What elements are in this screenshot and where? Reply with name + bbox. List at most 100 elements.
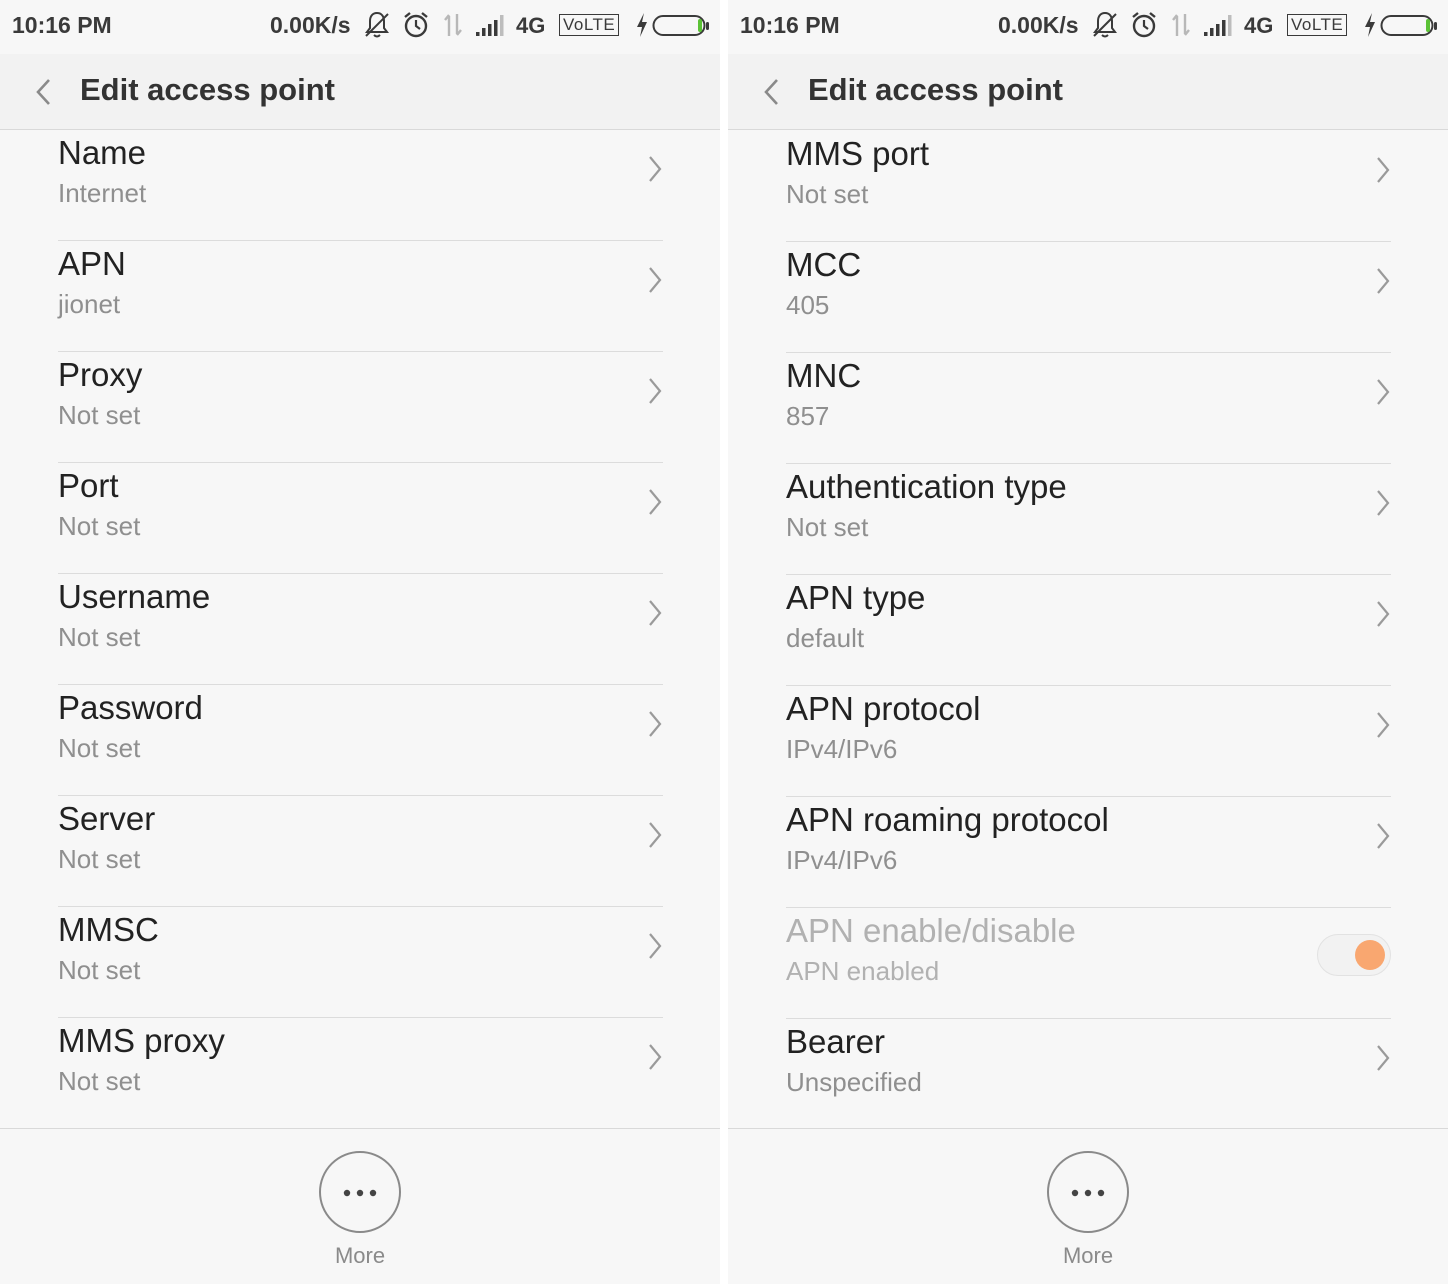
setting-row-apn[interactable]: APN jionet [58,241,663,352]
setting-value: Not set [58,400,141,430]
setting-value: Not set [58,622,141,652]
mute-icon [365,11,389,38]
page-title: Edit access point [808,72,1063,107]
chevron-right-icon [649,933,662,959]
setting-title: Port [58,467,119,504]
setting-row-apn-roaming-protocol[interactable]: APN roaming protocol IPv4/IPv6 [786,797,1391,908]
app-bar: Edit access point [728,54,1448,130]
setting-row-apn-enable[interactable]: APN enable/disable APN enabled [786,908,1391,1019]
chevron-right-icon [649,711,662,737]
phone-screen-left: 10:16 PM 0.00K/s 4G VoLTE Edit access po… [0,0,720,1284]
settings-list: MMS port Not set MCC 405 MNC 857 Authent… [728,130,1448,1128]
setting-title: MMS proxy [58,1022,225,1059]
setting-value: Not set [58,1066,141,1096]
settings-list: Name Internet APN jionet Proxy Not set P… [0,130,720,1128]
battery-icon [652,15,709,36]
signal-icon [1204,15,1232,36]
setting-row-server[interactable]: Server Not set [58,796,663,907]
phone-screen-right: 10:16 PM 0.00K/s 4G VoLTE Edit access po… [728,0,1448,1284]
more-dots-icon [343,1189,377,1197]
setting-value: Not set [786,512,869,542]
status-network-type: 4G [1244,13,1274,38]
setting-row-bearer[interactable]: Bearer Unspecified [786,1019,1391,1128]
setting-row-mmsc[interactable]: MMSC Not set [58,907,663,1018]
setting-title: APN enable/disable [786,912,1076,949]
chevron-right-icon [649,267,662,293]
setting-row-port[interactable]: Port Not set [58,463,663,574]
setting-title: APN [58,245,126,282]
apn-enable-toggle[interactable] [1317,934,1391,976]
setting-row-apn-type[interactable]: APN type default [786,575,1391,686]
status-bar: 10:16 PM 0.00K/s 4G VoLTE [0,0,720,54]
setting-row-username[interactable]: Username Not set [58,574,663,685]
chevron-right-icon [649,378,662,404]
setting-row-authentication-type[interactable]: Authentication type Not set [786,464,1391,575]
status-time: 10:16 PM [12,12,112,38]
setting-row-mms-port[interactable]: MMS port Not set [786,131,1391,242]
chevron-right-icon [649,1044,662,1070]
signal-icon [476,15,504,36]
setting-value: Not set [58,844,141,874]
app-bar: Edit access point [0,54,720,130]
chevron-right-icon [1377,490,1390,516]
setting-title: Password [58,689,203,726]
mute-icon [1093,11,1117,38]
chevron-left-icon[interactable] [32,74,56,110]
bottom-bar: More [728,1128,1448,1284]
setting-row-name[interactable]: Name Internet [58,130,663,241]
chevron-right-icon [1377,268,1390,294]
setting-value: Internet [58,178,147,208]
alarm-icon [404,12,428,38]
setting-value: Not set [58,955,141,985]
volte-badge: VoLTE [1287,14,1348,36]
setting-value: IPv4/IPv6 [786,845,898,875]
setting-value: 857 [786,401,830,431]
more-button[interactable] [1047,1151,1129,1233]
setting-title: MNC [786,357,862,394]
status-network-type: 4G [516,13,546,38]
chevron-right-icon [1377,712,1390,738]
volte-badge: VoLTE [559,14,620,36]
chevron-right-icon [649,600,662,626]
setting-value: Not set [58,511,141,541]
status-network-speed: 0.00K/s [270,12,351,38]
setting-value: 405 [786,290,830,320]
setting-title: Server [58,800,156,837]
setting-value: IPv4/IPv6 [786,734,898,764]
setting-row-apn-protocol[interactable]: APN protocol IPv4/IPv6 [786,686,1391,797]
status-time: 10:16 PM [740,12,840,38]
more-dots-icon [1071,1189,1105,1197]
toggle-knob [1355,940,1385,970]
setting-value: default [786,623,865,653]
more-label: More [1062,1243,1114,1268]
chevron-right-icon [649,822,662,848]
setting-row-mcc[interactable]: MCC 405 [786,242,1391,353]
setting-title: APN type [786,579,926,616]
setting-value: Unspecified [786,1067,922,1097]
setting-title: Bearer [786,1023,886,1060]
more-label: More [334,1243,386,1268]
setting-value: jionet [58,289,121,319]
chevron-right-icon [1377,823,1390,849]
setting-title: MMSC [58,911,159,948]
setting-title: Name [58,134,147,171]
setting-row-mnc[interactable]: MNC 857 [786,353,1391,464]
setting-title: Authentication type [786,468,1067,505]
chevron-right-icon [1377,601,1390,627]
more-button[interactable] [319,1151,401,1233]
setting-row-password[interactable]: Password Not set [58,685,663,796]
chevron-right-icon [1377,157,1390,183]
battery-icon [1380,15,1437,36]
setting-value: APN enabled [786,956,940,986]
page-title: Edit access point [80,72,335,107]
status-bar: 10:16 PM 0.00K/s 4G VoLTE [728,0,1448,54]
setting-title: APN protocol [786,690,981,727]
setting-row-proxy[interactable]: Proxy Not set [58,352,663,463]
chevron-left-icon[interactable] [760,74,784,110]
chevron-right-icon [649,489,662,515]
data-arrows-icon [444,14,462,36]
setting-title: Proxy [58,356,143,393]
setting-row-mms-proxy[interactable]: MMS proxy Not set [58,1018,663,1128]
charging-icon [1365,13,1375,37]
setting-title: APN roaming protocol [786,801,1109,838]
